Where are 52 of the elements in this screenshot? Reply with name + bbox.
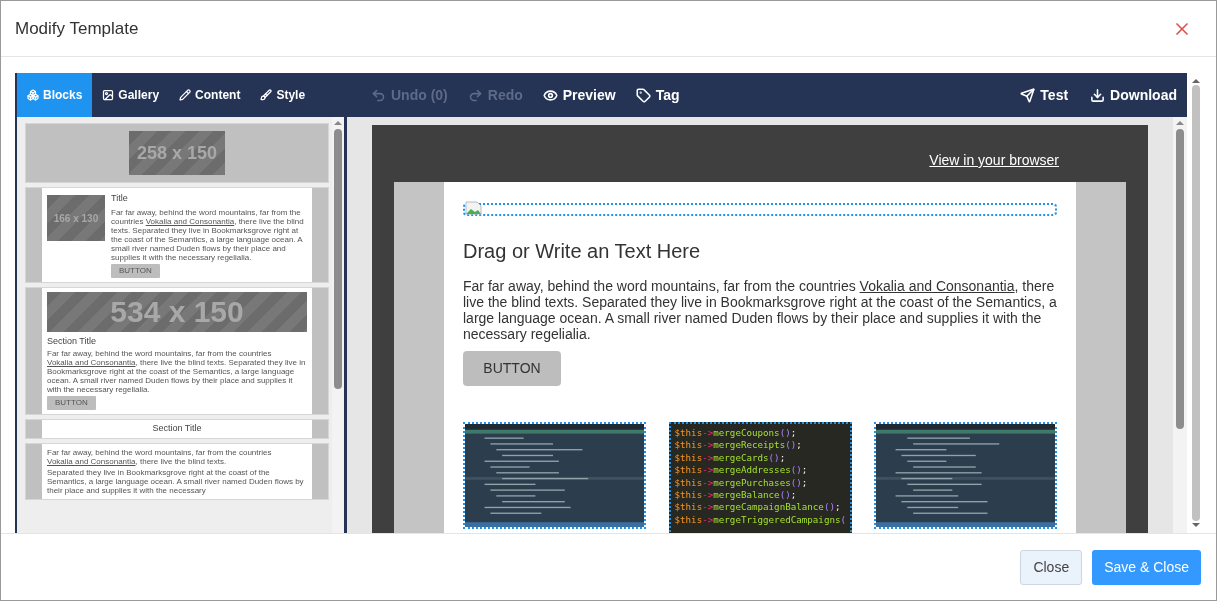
email-heading: Drag or Write an Text Here bbox=[463, 239, 702, 263]
block-title: Section Title bbox=[47, 334, 98, 348]
view-in-browser-link[interactable]: View in your browser bbox=[929, 150, 1059, 171]
code-line: $this->mergeReceipts(); bbox=[674, 439, 803, 452]
broken-image-icon bbox=[465, 201, 483, 215]
code-line: $this->mergeCoupons(); bbox=[674, 427, 798, 440]
tab[interactable]: Content bbox=[169, 73, 251, 117]
block-thumbnail[interactable]: Section Title bbox=[25, 419, 329, 439]
tab-icon bbox=[27, 89, 39, 101]
toolbar-button[interactable]: Tag bbox=[635, 84, 680, 106]
code-line: $this->mergeTriggeredCampaigns( bbox=[674, 513, 848, 527]
toolbar-icon bbox=[1020, 87, 1036, 103]
image-slot[interactable] bbox=[463, 203, 1057, 216]
tab-icon bbox=[260, 89, 273, 101]
scrollbar[interactable] bbox=[1173, 117, 1187, 533]
block-thumbnail[interactable] bbox=[25, 443, 329, 500]
paragraph: Far far away, behind the word mountains, far from the countries Vokalia and Consonantia, there live the blind texts. bbox=[47, 448, 273, 466]
code-line: $this->mergeAddresses(); bbox=[674, 464, 809, 477]
code-line: $this->mergeCards(); bbox=[674, 451, 787, 465]
image-placeholder: 166 x 130 bbox=[47, 195, 105, 241]
paragraph: Far far away, behind the word mountains, far from the countries Vokalia and Consonantia, there live the blind texts. Separated they live in Bookmarksgrove right at the coast of the Semantics, a large language ocean. A small river named Duden flows by their place and supplies it with the necessary regelialia. bbox=[47, 349, 307, 394]
image-placeholder: 534 x 150 bbox=[47, 291, 307, 332]
paragraph: Far far away, behind the word mountains, far from the countries Vokalia and Consonantia, there live the blind texts. Separated they live in Bookmarksgrove right at the coast of the Semantics, a large language ocean. A small river named Duden flows by their place and supplies it with the necessary regelialia. bbox=[463, 278, 1057, 342]
toolbar-icon bbox=[635, 87, 651, 103]
tab[interactable]: Style bbox=[250, 73, 316, 117]
block-title: Title bbox=[111, 192, 129, 205]
paragraph: Separated they live in Bookmarksgrove right at the coast of the Semantics, a large language ocean. A small river named Duden flows by their place and supplies it with the necessary bbox=[47, 468, 305, 495]
code-line: $this->mergeCampaignBalance(); bbox=[674, 501, 842, 514]
email-button[interactable]: BUTTON bbox=[463, 351, 561, 386]
toolbar-button[interactable]: Test bbox=[1020, 84, 1069, 106]
block-thumbnail[interactable] bbox=[25, 187, 329, 283]
block-button: BUTTON bbox=[111, 263, 160, 278]
scrollbar[interactable] bbox=[332, 117, 344, 533]
image-placeholder: 258 x 150 bbox=[129, 131, 225, 175]
footer-button[interactable]: Close bbox=[1020, 549, 1083, 585]
code-line: $this->mergePurchases(); bbox=[674, 476, 809, 490]
tab-icon bbox=[179, 89, 192, 101]
toolbar-button[interactable]: Preview bbox=[542, 84, 616, 106]
block-title: Section Title bbox=[152, 422, 202, 436]
toolbar-icon bbox=[371, 87, 386, 103]
tab-icon bbox=[102, 89, 115, 101]
paragraph: Far far away, behind the word mountains, far from the countries Vokalia and Consonantia, there live the blind texts. Separated they live in Bookmarksgrove right at the coast of the Semantics, a large language ocean. A small river named Duden flows by their place and supplies it with the necessary regelialia. bbox=[111, 207, 305, 262]
toolbar-button[interactable]: Download bbox=[1090, 84, 1177, 106]
block-button: BUTTON bbox=[47, 396, 96, 410]
tab[interactable]: Gallery bbox=[92, 73, 170, 117]
toolbar-icon bbox=[1090, 87, 1106, 103]
toolbar-icon bbox=[467, 87, 483, 103]
dialog-title: Modify Template bbox=[15, 17, 139, 40]
toolbar-icon bbox=[542, 87, 558, 103]
block-thumbnail[interactable] bbox=[25, 286, 329, 415]
code-line: $this->mergeBalance(); bbox=[674, 489, 798, 502]
link[interactable]: Vokalia and Consonantia bbox=[859, 278, 1015, 294]
